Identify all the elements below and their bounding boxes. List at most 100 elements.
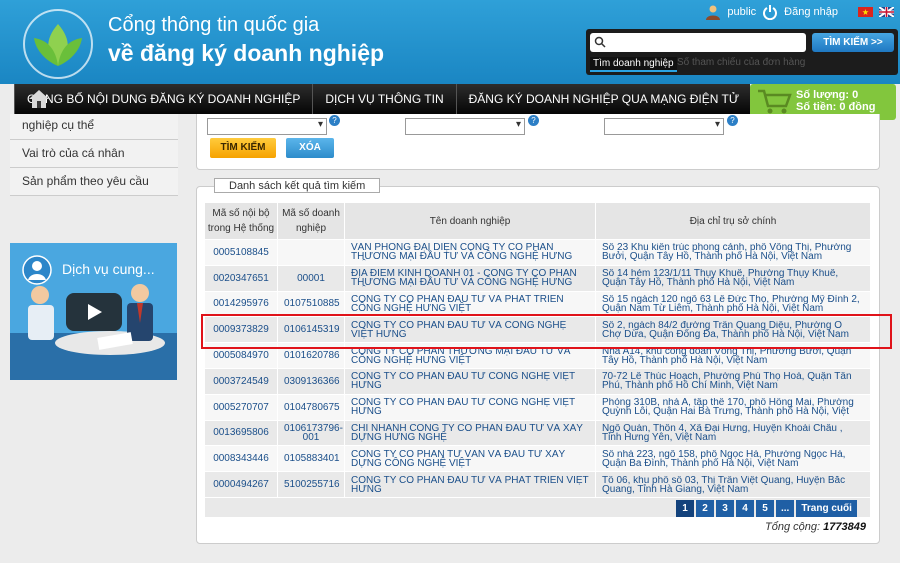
cell-internal-id[interactable]: 0008343446 bbox=[204, 445, 278, 473]
business-name-text[interactable]: CHI NHÁNH CÔNG TY CỔ PHẦN ĐẦU TƯ VÀ XÂY … bbox=[351, 424, 589, 442]
sidebar-item-personal-role[interactable]: Vai trò của cá nhân bbox=[10, 140, 178, 168]
login-link[interactable]: Đăng nhập bbox=[784, 6, 838, 18]
cell-business-code[interactable]: 0309136366 bbox=[277, 367, 345, 395]
cell-internal-id[interactable]: 0005270707 bbox=[204, 393, 278, 421]
total-label: Tổng cộng: bbox=[765, 521, 821, 533]
user-icon bbox=[706, 5, 721, 20]
table-row[interactable]: 0008343446 0105883401 CÔNG TY CỔ PHẦN TƯ… bbox=[204, 445, 871, 473]
business-name-text[interactable]: CÔNG TY CỔ PHẦN TƯ VẤN VÀ ĐẦU TƯ XÂY DỰN… bbox=[351, 450, 589, 468]
cell-business-name[interactable]: CÔNG TY CỔ PHẦN ĐẦU TƯ VÀ PHÁT TRIỂN VIỆ… bbox=[344, 471, 596, 498]
table-row[interactable]: 0005270707 0104780675 CÔNG TY CỔ PHẦN ĐẦ… bbox=[204, 393, 871, 421]
cell-internal-id[interactable]: 0013695806 bbox=[204, 419, 278, 447]
cart-text: Số lượng: 0 Số tiền: 0 đồng bbox=[796, 89, 875, 113]
results-table: Mã số nội bộ trong Hệ thống Mã số doanh … bbox=[204, 202, 871, 518]
filter-select-1[interactable] bbox=[207, 118, 327, 135]
total-count: Tổng cộng: 1773849 bbox=[765, 521, 866, 533]
nav-item-publish[interactable]: CÔNG BỐ NỘI DUNG ĐĂNG KÝ DOANH NGHIỆP bbox=[15, 84, 314, 114]
search-input[interactable] bbox=[590, 33, 806, 52]
page-5-button[interactable]: 5 bbox=[756, 500, 774, 517]
play-icon[interactable] bbox=[66, 293, 122, 331]
business-name-text[interactable]: CÔNG TY CỔ PHẦN ĐẦU TƯ VÀ PHÁT TRIỂN VIỆ… bbox=[351, 476, 589, 494]
table-header-row: Mã số nội bộ trong Hệ thống Mã số doanh … bbox=[204, 202, 871, 240]
cell-business-name[interactable]: CÔNG TY CỔ PHẦN TƯ VẤN VÀ ĐẦU TƯ XÂY DỰN… bbox=[344, 445, 596, 473]
column-header-business-code: Mã số doanh nghiệp bbox=[277, 202, 345, 240]
channel-avatar-icon bbox=[22, 255, 52, 285]
cell-address: Số 14 hẻm 123/1/11 Thụy Khuê, Phường Thụ… bbox=[595, 264, 871, 292]
cell-internal-id[interactable]: 0000494267 bbox=[204, 471, 278, 498]
nav-item-services[interactable]: DỊCH VỤ THÔNG TIN bbox=[313, 84, 457, 114]
cell-business-code[interactable]: 00001 bbox=[277, 264, 345, 292]
cell-address: Ngõ Quán, Thôn 4, Xã Đại Hưng, Huyện Kho… bbox=[595, 419, 871, 447]
cell-business-code[interactable] bbox=[277, 239, 345, 266]
pagination: 1 2 3 4 5 ... Trang cuối bbox=[676, 500, 857, 517]
business-name-text[interactable]: CÔNG TY CỔ PHẦN ĐẦU TƯ VÀ PHÁT TRIỂN CÔN… bbox=[351, 295, 589, 313]
page-4-button[interactable]: 4 bbox=[736, 500, 754, 517]
cell-business-code[interactable]: 0104780675 bbox=[277, 393, 345, 421]
nav-item-online-registration[interactable]: ĐĂNG KÝ DOANH NGHIỆP QUA MẠNG ĐIỆN TỬ bbox=[457, 84, 752, 114]
business-name-text[interactable]: CÔNG TY CỔ PHẦN THƯƠNG MẠI ĐẦU TƯ VÀ CÔN… bbox=[351, 347, 589, 365]
find-button[interactable]: TÌM KIẾM bbox=[210, 138, 276, 158]
cell-internal-id[interactable]: 0020347651 bbox=[204, 264, 278, 292]
cell-address: 70-72 Lê Thúc Hoạch, Phường Phú Thọ Hoà,… bbox=[595, 367, 871, 395]
sidebar-item-custom-products[interactable]: Sản phẩm theo yêu cầu bbox=[10, 168, 178, 196]
results-table-body: 0005108845 VĂN PHÒNG ĐẠI DIỆN CÔNG TY CỔ… bbox=[204, 239, 871, 518]
sidebar-item-specific-business[interactable]: nghiệp cụ thể bbox=[10, 114, 178, 140]
last-page-button[interactable]: Trang cuối bbox=[796, 500, 857, 517]
cell-business-name[interactable]: VĂN PHÒNG ĐẠI DIỆN CÔNG TY CỔ PHẦN THƯƠN… bbox=[344, 239, 596, 266]
search-button[interactable]: TÌM KIẾM >> bbox=[812, 33, 894, 52]
logo-icon[interactable] bbox=[18, 4, 98, 84]
vietnam-flag-icon[interactable] bbox=[858, 7, 873, 17]
column-header-address: Địa chỉ trụ sở chính bbox=[595, 202, 871, 240]
page-more-button[interactable]: ... bbox=[776, 500, 795, 517]
help-icon[interactable]: ? bbox=[727, 115, 738, 126]
help-icon[interactable]: ? bbox=[329, 115, 340, 126]
cart-amount: Số tiền: 0 đồng bbox=[796, 101, 876, 113]
business-name-text[interactable]: CÔNG TY CỔ PHẦN ĐẦU TƯ CÔNG NGHỆ VIỆT HƯ… bbox=[351, 398, 589, 416]
results-legend: Danh sách kết quả tìm kiếm bbox=[214, 178, 381, 193]
table-row[interactable]: 0003724549 0309136366 CÔNG TY CỔ PHẦN ĐẦ… bbox=[204, 367, 871, 395]
search-icon bbox=[594, 36, 606, 48]
cell-business-name[interactable]: CHI NHÁNH CÔNG TY CỔ PHẦN ĐẦU TƯ VÀ XÂY … bbox=[344, 419, 596, 447]
cell-business-name[interactable]: CÔNG TY CỔ PHẦN ĐẦU TƯ CÔNG NGHỆ VIỆT HƯ… bbox=[344, 393, 596, 421]
table-row[interactable]: 0005108845 VĂN PHÒNG ĐẠI DIỆN CÔNG TY CỔ… bbox=[204, 239, 871, 266]
business-name-text[interactable]: ĐỊA ĐIỂM KINH DOANH 01 - CÔNG TY CỔ PHẦN… bbox=[351, 269, 589, 287]
page-3-button[interactable]: 3 bbox=[716, 500, 734, 517]
page-2-button[interactable]: 2 bbox=[696, 500, 714, 517]
cell-address: Tổ 06, khu phố số 03, Thị Trấn Việt Quan… bbox=[595, 471, 871, 498]
filter-select-3[interactable] bbox=[604, 118, 724, 135]
cell-address: Phòng 310B, nhà A, tập thể 170, phố Hồng… bbox=[595, 393, 871, 421]
cart-count: Số lượng: 0 bbox=[796, 89, 859, 101]
cell-business-code[interactable]: 5100255716 bbox=[277, 471, 345, 498]
page-1-button[interactable]: 1 bbox=[676, 500, 694, 517]
filter-select-2[interactable] bbox=[405, 118, 525, 135]
cell-business-name[interactable]: ĐỊA ĐIỂM KINH DOANH 01 - CÔNG TY CỔ PHẦN… bbox=[344, 264, 596, 292]
business-name-text[interactable]: VĂN PHÒNG ĐẠI DIỆN CÔNG TY CỔ PHẦN THƯƠN… bbox=[351, 243, 589, 261]
cell-internal-id[interactable]: 0003724549 bbox=[204, 367, 278, 395]
video-player[interactable]: Dịch vụ cung... bbox=[10, 243, 177, 380]
cell-address: Số 23 Khu kiến trúc phong cảnh, phố Võng… bbox=[595, 239, 871, 266]
table-row[interactable]: 0000494267 5100255716 CÔNG TY CỔ PHẦN ĐẦ… bbox=[204, 471, 871, 498]
site-header: Cổng thông tin quốc gia về đăng ký doanh… bbox=[0, 0, 900, 84]
table-row[interactable]: 0013695806 0106173796-001 CHI NHÁNH CÔNG… bbox=[204, 419, 871, 447]
uk-flag-icon[interactable] bbox=[879, 7, 894, 17]
username-label: public bbox=[727, 6, 757, 18]
column-header-internal-id: Mã số nội bộ trong Hệ thống bbox=[204, 202, 278, 240]
cell-business-code[interactable]: 0106173796-001 bbox=[277, 419, 345, 447]
address-text: Tổ 06, khu phố số 03, Thị Trấn Việt Quan… bbox=[602, 475, 846, 494]
power-icon[interactable] bbox=[762, 4, 778, 20]
business-name-text[interactable]: CÔNG TY CỔ PHẦN ĐẦU TƯ CÔNG NGHỆ VIỆT HƯ… bbox=[351, 372, 589, 390]
help-icon[interactable]: ? bbox=[528, 115, 539, 126]
address-text: Số 23 Khu kiến trúc phong cảnh, phố Võng… bbox=[602, 243, 852, 262]
tab-find-business[interactable]: Tìm doanh nghiệp bbox=[590, 57, 677, 72]
tab-order-reference[interactable]: Số tham chiếu của đơn hàng bbox=[677, 57, 805, 68]
filter-panel: ? ? ? TÌM KIẾM XÓA bbox=[196, 114, 880, 170]
home-icon bbox=[29, 90, 49, 108]
table-row[interactable]: 0020347651 00001 ĐỊA ĐIỂM KINH DOANH 01 … bbox=[204, 264, 871, 292]
cell-internal-id[interactable]: 0005108845 bbox=[204, 239, 278, 266]
address-text: Phòng 310B, nhà A, tập thể 170, phố Hồng… bbox=[602, 398, 854, 417]
clear-button[interactable]: XÓA bbox=[286, 138, 334, 158]
cell-business-name[interactable]: CÔNG TY CỔ PHẦN ĐẦU TƯ CÔNG NGHỆ VIỆT HƯ… bbox=[344, 367, 596, 395]
cell-business-code[interactable]: 0105883401 bbox=[277, 445, 345, 473]
search-panel: TÌM KIẾM >> Tìm doanh nghiệp Số tham chi… bbox=[586, 29, 898, 75]
home-button[interactable] bbox=[14, 84, 49, 114]
